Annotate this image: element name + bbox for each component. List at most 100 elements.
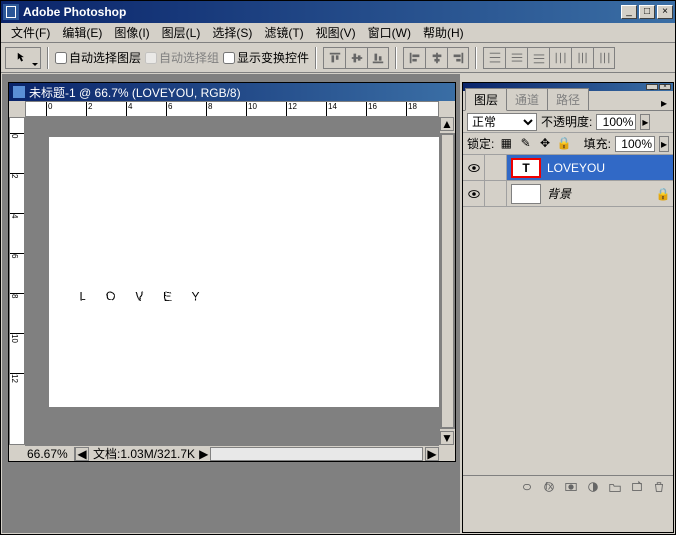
tab-layers[interactable]: 图层 — [465, 88, 507, 111]
app-title: Adobe Photoshop — [23, 5, 126, 19]
lock-all-icon[interactable]: 🔒 — [556, 136, 572, 152]
layer-name[interactable]: 背景 — [545, 185, 653, 202]
auto-select-group-checkbox[interactable]: 自动选择组 — [145, 49, 219, 66]
opacity-input[interactable] — [596, 114, 636, 130]
opacity-label: 不透明度: — [541, 113, 592, 130]
menu-window[interactable]: 窗口(W) — [362, 22, 417, 43]
distribute-left-icon[interactable] — [549, 47, 571, 69]
link-cell[interactable] — [485, 155, 507, 180]
blend-opacity-row: 正常 不透明度: ▸ — [463, 111, 673, 133]
vertical-scrollbar[interactable]: ▲ ▼ — [439, 117, 455, 445]
divider — [475, 47, 477, 69]
distribute-top-icon[interactable] — [483, 47, 505, 69]
lock-fill-row: 锁定: ▦ ✎ ✥ 🔒 填充: ▸ — [463, 133, 673, 155]
new-group-icon[interactable] — [605, 478, 625, 496]
workspace: 未标题-1 @ 66.7% (LOVEYOU, RGB/8) 024681012… — [2, 74, 460, 533]
panel-menu-icon[interactable]: ▸ — [657, 96, 671, 110]
tool-preset-picker[interactable] — [5, 47, 41, 69]
layer-mask-icon[interactable] — [561, 478, 581, 496]
menu-view[interactable]: 视图(V) — [310, 22, 362, 43]
move-tool-icon — [16, 51, 30, 65]
visibility-icon[interactable] — [463, 155, 485, 180]
layer-name[interactable]: LOVEYOU — [545, 161, 673, 175]
scroll-up-arrow-icon[interactable]: ▲ — [440, 117, 454, 131]
align-top-icon[interactable] — [323, 47, 345, 69]
menu-file[interactable]: 文件(F) — [5, 22, 56, 43]
window-titlebar: Adobe Photoshop _ □ × — [1, 1, 675, 23]
layer-list: T LOVEYOU 背景 🔒 — [463, 155, 673, 475]
document-info[interactable]: 文档:1.03M/321.7K — [89, 445, 199, 462]
tab-paths[interactable]: 路径 — [547, 88, 589, 110]
scroll-v-thumb[interactable] — [441, 134, 454, 428]
link-layers-icon[interactable] — [517, 478, 537, 496]
horizontal-ruler[interactable]: 02468101214161820 — [25, 101, 439, 117]
adjustment-layer-icon[interactable] — [583, 478, 603, 496]
menu-bar: 文件(F) 编辑(E) 图像(I) 图层(L) 选择(S) 滤镜(T) 视图(V… — [1, 23, 675, 43]
lock-pixels-icon[interactable]: ✎ — [518, 136, 534, 152]
distribute-hcenter-icon[interactable] — [571, 47, 593, 69]
distribute-right-icon[interactable] — [593, 47, 615, 69]
align-left-icon[interactable] — [403, 47, 425, 69]
scroll-h-track[interactable] — [210, 447, 423, 461]
lock-position-icon[interactable]: ✥ — [537, 136, 553, 152]
opacity-arrow-icon[interactable]: ▸ — [640, 114, 650, 130]
align-hcenter-icon[interactable] — [425, 47, 447, 69]
layer-row[interactable]: T LOVEYOU — [463, 155, 673, 181]
align-bottom-icon[interactable] — [367, 47, 389, 69]
new-layer-icon[interactable] — [627, 478, 647, 496]
panel-minimize-button[interactable]: _ — [646, 84, 658, 90]
layer-thumbnail[interactable]: T — [511, 158, 541, 178]
menu-select[interactable]: 选择(S) — [206, 22, 258, 43]
visibility-icon[interactable] — [463, 181, 485, 206]
fill-arrow-icon[interactable]: ▸ — [659, 136, 669, 152]
vertical-ruler[interactable]: 024681012 — [9, 117, 25, 445]
canvas[interactable]: LOVEY — [49, 137, 439, 407]
menu-layer[interactable]: 图层(L) — [156, 22, 207, 43]
document-icon — [13, 86, 25, 98]
panel-close-button[interactable]: × — [659, 84, 671, 90]
svg-text:fx: fx — [545, 480, 554, 492]
tab-channels[interactable]: 通道 — [506, 88, 548, 110]
divider — [315, 47, 317, 69]
layer-style-icon[interactable]: fx — [539, 478, 559, 496]
layer-thumbnail[interactable] — [511, 184, 541, 204]
align-vcenter-icon[interactable] — [345, 47, 367, 69]
delete-layer-icon[interactable] — [649, 478, 669, 496]
panel-tabs: 图层 通道 路径 ▸ — [463, 91, 673, 111]
menu-edit[interactable]: 编辑(E) — [56, 22, 108, 43]
auto-select-layer-checkbox[interactable]: 自动选择图层 — [55, 49, 141, 66]
menu-image[interactable]: 图像(I) — [108, 22, 155, 43]
options-bar: 自动选择图层 自动选择组 显示变换控件 — [1, 43, 675, 73]
layers-panel: _ × 图层 通道 路径 ▸ 正常 不透明度: ▸ 锁定: ▦ ✎ ✥ 🔒 填充… — [462, 82, 674, 533]
show-transform-checkbox[interactable]: 显示变换控件 — [223, 49, 309, 66]
menu-help[interactable]: 帮助(H) — [417, 22, 470, 43]
info-arrow-icon[interactable]: ▶ — [199, 447, 208, 461]
menu-filter[interactable]: 滤镜(T) — [258, 22, 309, 43]
align-buttons — [323, 47, 389, 69]
scroll-right-arrow-icon[interactable]: ▶ — [425, 447, 439, 461]
layer-row[interactable]: 背景 🔒 — [463, 181, 673, 207]
distribute-vcenter-icon[interactable] — [505, 47, 527, 69]
scroll-v-track[interactable] — [440, 133, 455, 429]
align-right-icon[interactable] — [447, 47, 469, 69]
divider — [47, 47, 49, 69]
link-cell[interactable] — [485, 181, 507, 206]
blend-mode-select[interactable]: 正常 — [467, 113, 537, 131]
minimize-button[interactable]: _ — [621, 5, 637, 19]
status-bar: 66.67% ◀ 文档:1.03M/321.7K ▶ ▶ — [25, 445, 439, 461]
scroll-down-arrow-icon[interactable]: ▼ — [440, 431, 454, 445]
scroll-left-arrow-icon[interactable]: ◀ — [75, 447, 89, 461]
document-titlebar[interactable]: 未标题-1 @ 66.7% (LOVEYOU, RGB/8) — [9, 83, 455, 101]
canvas-viewport[interactable]: LOVEY — [25, 117, 439, 445]
zoom-level[interactable]: 66.67% — [25, 447, 75, 461]
distribute-bottom-icon[interactable] — [527, 47, 549, 69]
fill-label: 填充: — [584, 135, 611, 152]
maximize-button[interactable]: □ — [639, 5, 655, 19]
panel-footer: fx — [463, 475, 673, 497]
close-button[interactable]: × — [657, 5, 673, 19]
canvas-text-content[interactable]: LOVEY — [79, 227, 219, 319]
document-window: 未标题-1 @ 66.7% (LOVEYOU, RGB/8) 024681012… — [8, 82, 456, 462]
app-icon — [3, 4, 19, 20]
fill-input[interactable] — [615, 136, 655, 152]
lock-transparency-icon[interactable]: ▦ — [498, 136, 514, 152]
